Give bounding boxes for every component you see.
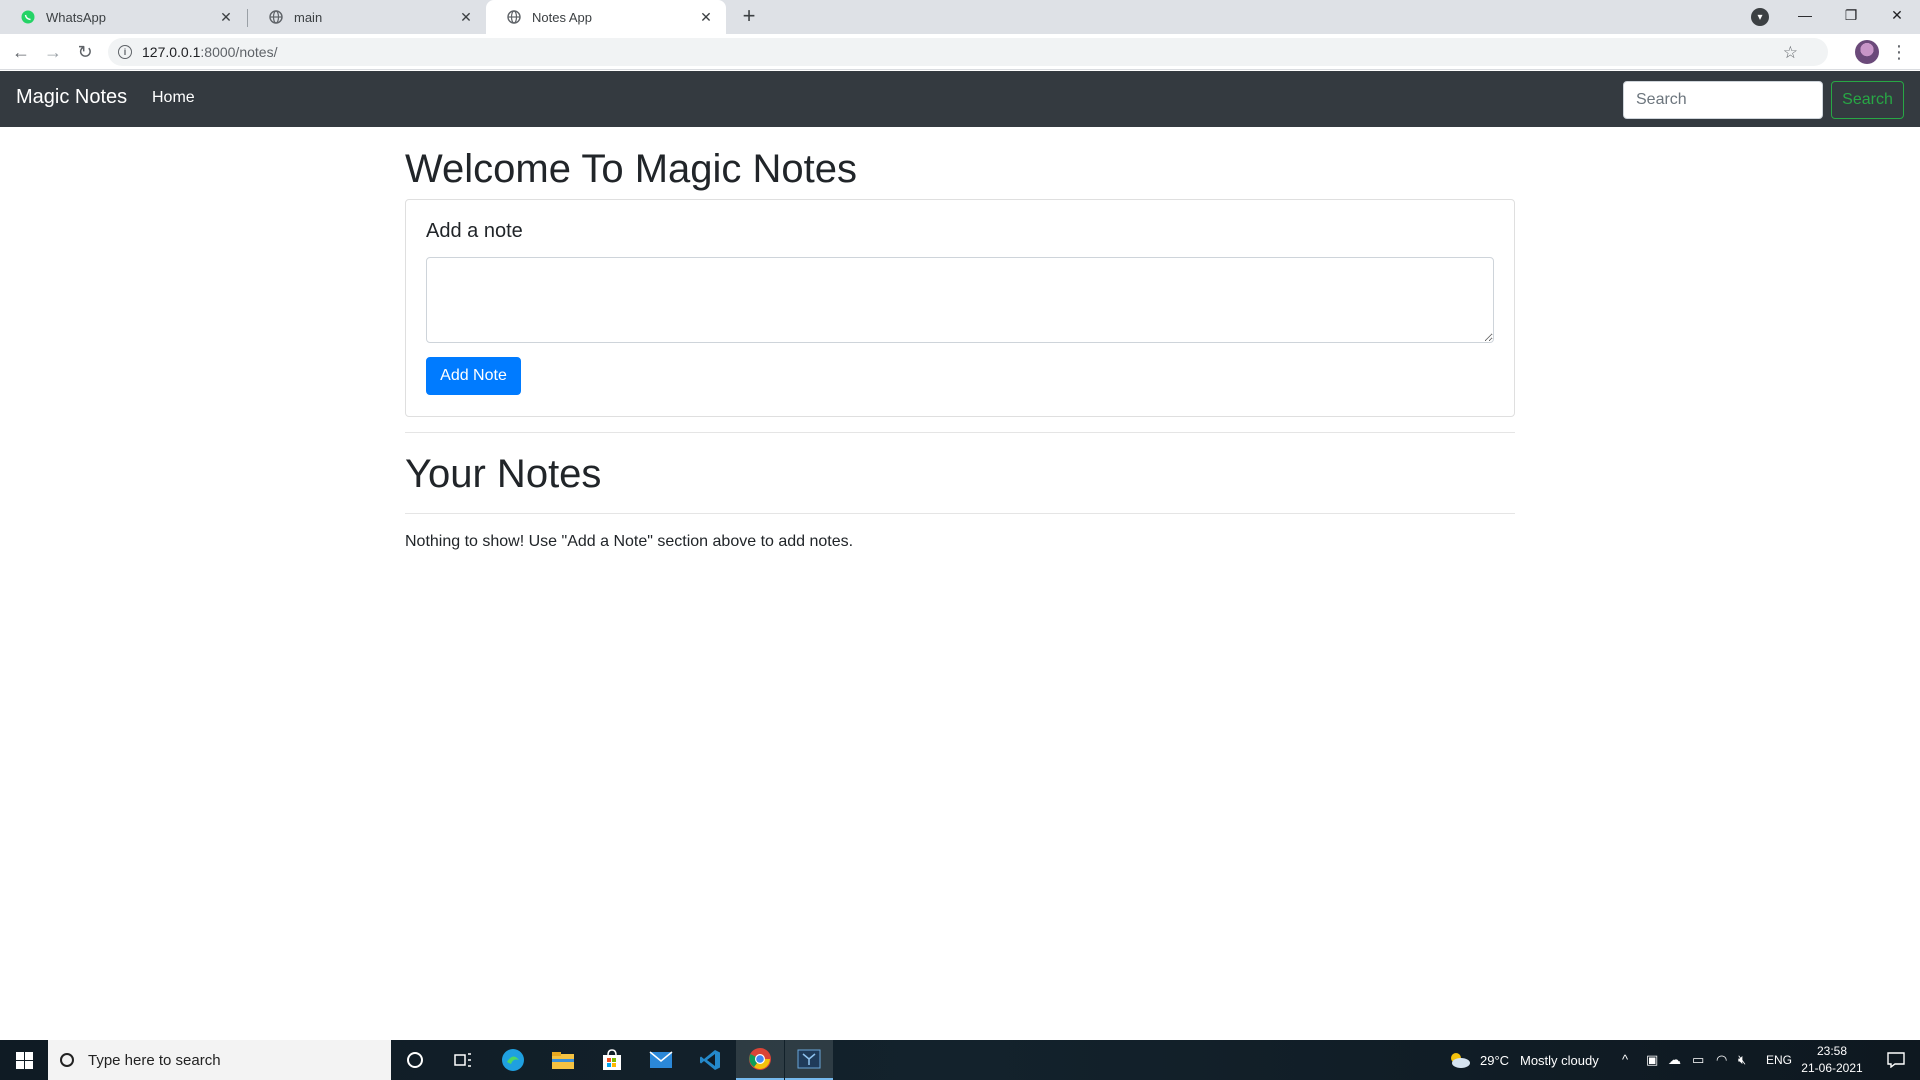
back-icon[interactable]: ← (9, 40, 33, 64)
address-bar[interactable]: i 127.0.0.1:8000/notes/ ☆ (108, 38, 1828, 66)
site-info-icon[interactable]: i (118, 45, 132, 59)
weather-temperature[interactable]: 29°C (1480, 1040, 1509, 1080)
forward-icon[interactable]: → (41, 40, 65, 64)
close-tab-icon[interactable]: ✕ (698, 9, 714, 25)
divider (405, 513, 1515, 514)
meet-now-icon[interactable]: ▣ (1646, 1052, 1658, 1068)
show-hidden-icons-chevron-icon[interactable]: ^ (1622, 1052, 1628, 1067)
add-note-card: Add a note Add Note (405, 199, 1515, 417)
action-center-icon[interactable] (1872, 1040, 1920, 1080)
tab-label: Notes App (532, 9, 592, 25)
clock-date: 21-06-2021 (1801, 1061, 1863, 1075)
close-tab-icon[interactable]: ✕ (458, 9, 474, 25)
restore-icon[interactable]: ❐ (1828, 0, 1874, 30)
your-notes-heading: Your Notes (405, 452, 602, 496)
globe-icon (506, 9, 522, 25)
reload-icon[interactable]: ↻ (73, 40, 97, 64)
empty-notes-message: Nothing to show! Use "Add a Note" sectio… (405, 533, 854, 550)
new-tab-icon[interactable]: + (737, 5, 761, 29)
weather-description[interactable]: Mostly cloudy (1520, 1040, 1599, 1080)
close-window-icon[interactable]: ✕ (1874, 0, 1920, 30)
url-path: :8000/notes/ (200, 44, 278, 60)
battery-icon[interactable]: ▭ (1692, 1052, 1704, 1068)
note-textarea[interactable] (426, 257, 1494, 343)
tab-whatsapp[interactable]: WhatsApp ✕ (0, 0, 246, 34)
edge-icon[interactable] (489, 1040, 537, 1080)
bookmark-star-icon[interactable]: ☆ (1783, 43, 1798, 63)
volume-muted-icon[interactable]: 🔇︎ (1738, 1052, 1746, 1068)
profile-avatar[interactable] (1855, 40, 1879, 64)
clock-time: 23:58 (1816, 1044, 1848, 1058)
tab-main[interactable]: main ✕ (248, 0, 486, 34)
taskbar-search-placeholder: Type here to search (88, 1051, 221, 1069)
chrome-icon[interactable] (736, 1040, 784, 1080)
windows-taskbar: Type here to search 29°C Mostly cloudy ^… (0, 1040, 1920, 1080)
task-view-icon[interactable] (439, 1040, 487, 1080)
page-title: Welcome To Magic Notes (405, 147, 858, 191)
vscode-icon[interactable] (686, 1040, 734, 1080)
python-idle-icon[interactable] (785, 1040, 833, 1080)
minimize-icon[interactable]: — (1782, 0, 1828, 30)
file-explorer-icon[interactable] (539, 1040, 587, 1080)
nav-link-home[interactable]: Home (152, 89, 195, 107)
onedrive-icon[interactable]: ☁ (1668, 1052, 1681, 1068)
language-indicator[interactable]: ENG (1766, 1040, 1792, 1080)
search-input[interactable] (1623, 81, 1823, 119)
system-clock[interactable]: 23:58 21-06-2021 (1800, 1043, 1864, 1077)
windows-start-icon[interactable] (0, 1040, 48, 1080)
whatsapp-icon (20, 9, 36, 25)
tab-label: main (294, 9, 323, 25)
site-navbar: Magic Notes Home Search (0, 71, 1920, 127)
wifi-icon[interactable]: ◠ (1716, 1052, 1727, 1068)
navbar-brand[interactable]: Magic Notes (16, 86, 127, 109)
add-note-button[interactable]: Add Note (426, 357, 521, 395)
tab-label: WhatsApp (46, 9, 106, 25)
search-icon (60, 1053, 74, 1067)
store-icon[interactable] (588, 1040, 636, 1080)
tab-search-icon[interactable]: ▾ (1751, 8, 1769, 26)
taskbar-search-box[interactable]: Type here to search (48, 1040, 391, 1080)
divider (405, 432, 1515, 433)
add-note-title: Add a note (426, 220, 523, 242)
search-button[interactable]: Search (1831, 81, 1904, 119)
cortana-icon[interactable] (391, 1040, 439, 1080)
weather-icon[interactable] (1444, 1040, 1474, 1080)
browser-toolbar: ← → ↻ i 127.0.0.1:8000/notes/ ☆ ⋮ (0, 34, 1920, 70)
browser-tab-strip: WhatsApp ✕ main ✕ Notes App ✕ + ▾ — ❐ ✕ (0, 0, 1920, 34)
globe-icon (268, 9, 284, 25)
browser-menu-icon[interactable]: ⋮ (1890, 39, 1908, 65)
mail-icon[interactable] (637, 1040, 685, 1080)
url-host: 127.0.0.1 (142, 44, 201, 60)
tab-notes-app[interactable]: Notes App ✕ (486, 0, 726, 34)
close-tab-icon[interactable]: ✕ (218, 9, 234, 25)
